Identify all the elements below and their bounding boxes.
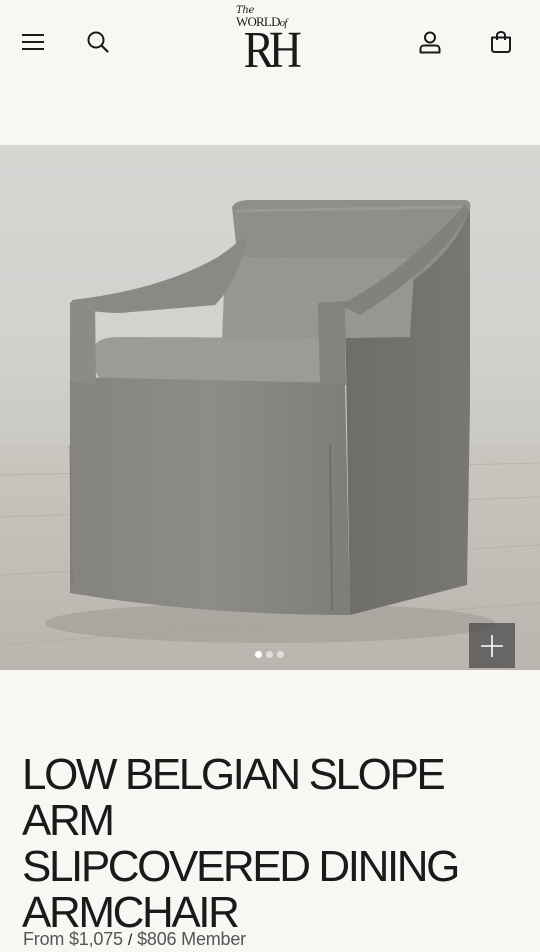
regular-price: From $1,075: [23, 929, 123, 949]
carousel-dot[interactable]: [277, 651, 284, 658]
account-button[interactable]: [410, 22, 450, 62]
carousel-dot[interactable]: [266, 651, 273, 658]
plus-icon: [481, 634, 503, 657]
product-price: From $1,075/$806 Member: [23, 929, 246, 950]
shopping-bag-icon: [491, 30, 511, 53]
price-separator: /: [127, 932, 133, 949]
carousel-dots: [255, 651, 284, 658]
cart-button[interactable]: [481, 22, 521, 62]
title-line: LOW BELGIAN SLOPE ARM: [22, 750, 446, 845]
rh-logo[interactable]: The WORLDof RH: [230, 6, 310, 80]
product-title: LOW BELGIAN SLOPE ARM SLIPCOVERED DINING…: [22, 752, 522, 936]
product-image[interactable]: [0, 145, 540, 670]
site-header: The WORLDof RH: [0, 0, 540, 90]
search-icon: [87, 31, 109, 53]
user-icon: [419, 31, 441, 54]
hamburger-menu-icon: [22, 34, 44, 50]
menu-button[interactable]: [13, 22, 53, 62]
member-price: $806 Member: [137, 929, 246, 949]
zoom-button[interactable]: [469, 623, 515, 668]
carousel-dot[interactable]: [255, 651, 262, 658]
search-button[interactable]: [78, 22, 118, 62]
logo-rh-text: RH: [243, 22, 301, 79]
product-photo: [0, 200, 540, 670]
title-line: SLIPCOVERED DINING: [22, 842, 460, 891]
